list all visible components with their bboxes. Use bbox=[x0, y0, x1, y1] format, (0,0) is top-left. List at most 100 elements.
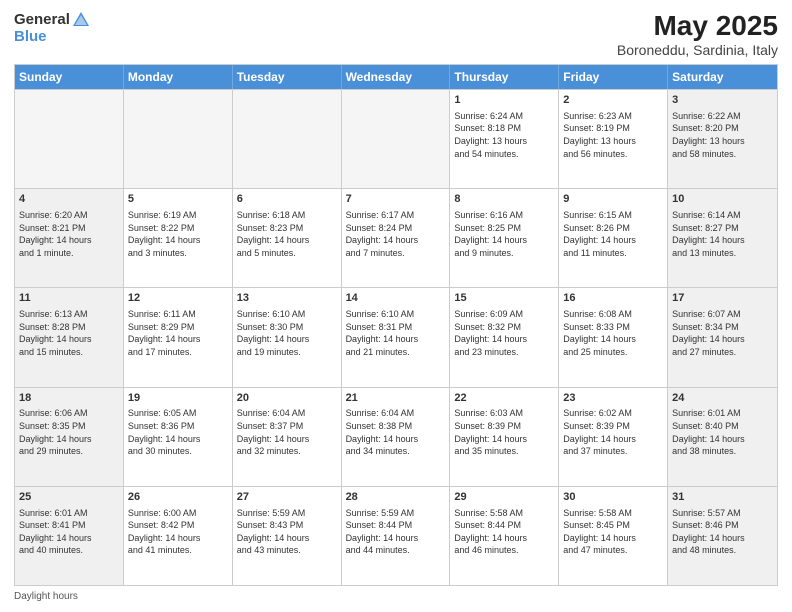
calendar-header-cell: Monday bbox=[124, 65, 233, 89]
calendar-cell: 12 Sunrise: 6:11 AM Sunset: 8:29 PM Dayli… bbox=[124, 288, 233, 386]
cell-info: Sunrise: 5:59 AM Sunset: 8:43 PM Dayligh… bbox=[237, 507, 337, 557]
cell-day-number: 14 bbox=[346, 291, 446, 306]
calendar-cell: 11 Sunrise: 6:13 AM Sunset: 8:28 PM Dayli… bbox=[15, 288, 124, 386]
cell-day-number: 30 bbox=[563, 490, 663, 505]
cell-day-number: 28 bbox=[346, 490, 446, 505]
cell-info: Sunrise: 6:04 AM Sunset: 8:38 PM Dayligh… bbox=[346, 407, 446, 457]
calendar-cell: 9Sunrise: 6:15 AM Sunset: 8:26 PM Daylig… bbox=[559, 189, 668, 287]
calendar-cell: 26 Sunrise: 6:00 AM Sunset: 8:42 PM Dayli… bbox=[124, 487, 233, 585]
cell-day-number: 27 bbox=[237, 490, 337, 505]
cell-info: Sunrise: 6:01 AM Sunset: 8:40 PM Dayligh… bbox=[672, 407, 773, 457]
cell-day-number: 5 bbox=[128, 192, 228, 207]
cell-info: Sunrise: 6:19 AM Sunset: 8:22 PM Dayligh… bbox=[128, 209, 228, 259]
logo: General Blue bbox=[14, 10, 90, 46]
calendar-cell: 27 Sunrise: 5:59 AM Sunset: 8:43 PM Dayli… bbox=[233, 487, 342, 585]
cell-day-number: 4 bbox=[19, 192, 119, 207]
cell-info: Sunrise: 6:13 AM Sunset: 8:28 PM Dayligh… bbox=[19, 308, 119, 358]
cell-day-number: 11 bbox=[19, 291, 119, 306]
calendar-cell: 29 Sunrise: 5:58 AM Sunset: 8:44 PM Dayli… bbox=[450, 487, 559, 585]
cell-day-number: 10 bbox=[672, 192, 773, 207]
cell-day-number: 20 bbox=[237, 391, 337, 406]
cell-day-number: 29 bbox=[454, 490, 554, 505]
calendar: SundayMondayTuesdayWednesdayThursdayFrid… bbox=[14, 64, 778, 586]
cell-day-number: 2 bbox=[563, 93, 663, 108]
cell-day-number: 21 bbox=[346, 391, 446, 406]
cell-day-number: 24 bbox=[672, 391, 773, 406]
subtitle: Boroneddu, Sardinia, Italy bbox=[617, 42, 778, 58]
cell-info: Sunrise: 5:58 AM Sunset: 8:44 PM Dayligh… bbox=[454, 507, 554, 557]
calendar-cell: 15 Sunrise: 6:09 AM Sunset: 8:32 PM Dayli… bbox=[450, 288, 559, 386]
cell-info: Sunrise: 6:04 AM Sunset: 8:37 PM Dayligh… bbox=[237, 407, 337, 457]
calendar-cell: 13 Sunrise: 6:10 AM Sunset: 8:30 PM Dayli… bbox=[233, 288, 342, 386]
logo-text-blue: Blue bbox=[14, 28, 47, 45]
calendar-week: 25 Sunrise: 6:01 AM Sunset: 8:41 PM Dayli… bbox=[15, 486, 777, 585]
cell-info: Sunrise: 6:09 AM Sunset: 8:32 PM Dayligh… bbox=[454, 308, 554, 358]
cell-info: Sunrise: 6:02 AM Sunset: 8:39 PM Dayligh… bbox=[563, 407, 663, 457]
calendar-cell: 22Sunrise: 6:03 AM Sunset: 8:39 PM Dayli… bbox=[450, 388, 559, 486]
calendar-cell: 19Sunrise: 6:05 AM Sunset: 8:36 PM Dayli… bbox=[124, 388, 233, 486]
calendar-cell: 24Sunrise: 6:01 AM Sunset: 8:40 PM Dayli… bbox=[668, 388, 777, 486]
cell-day-number: 23 bbox=[563, 391, 663, 406]
cell-day-number: 17 bbox=[672, 291, 773, 306]
calendar-cell: 10 Sunrise: 6:14 AM Sunset: 8:27 PM Dayli… bbox=[668, 189, 777, 287]
calendar-cell: 18Sunrise: 6:06 AM Sunset: 8:35 PM Dayli… bbox=[15, 388, 124, 486]
cell-day-number: 1 bbox=[454, 93, 554, 108]
calendar-cell: 30Sunrise: 5:58 AM Sunset: 8:45 PM Dayli… bbox=[559, 487, 668, 585]
calendar-cell bbox=[233, 90, 342, 188]
cell-day-number: 8 bbox=[454, 192, 554, 207]
calendar-cell: 16Sunrise: 6:08 AM Sunset: 8:33 PM Dayli… bbox=[559, 288, 668, 386]
calendar-header-cell: Sunday bbox=[15, 65, 124, 89]
calendar-cell: 31Sunrise: 5:57 AM Sunset: 8:46 PM Dayli… bbox=[668, 487, 777, 585]
calendar-cell bbox=[342, 90, 451, 188]
calendar-week: 11 Sunrise: 6:13 AM Sunset: 8:28 PM Dayli… bbox=[15, 287, 777, 386]
calendar-week: 18Sunrise: 6:06 AM Sunset: 8:35 PM Dayli… bbox=[15, 387, 777, 486]
logo-icon bbox=[72, 10, 90, 28]
calendar-week: 4Sunrise: 6:20 AM Sunset: 8:21 PM Daylig… bbox=[15, 188, 777, 287]
cell-info: Sunrise: 6:14 AM Sunset: 8:27 PM Dayligh… bbox=[672, 209, 773, 259]
cell-info: Sunrise: 6:16 AM Sunset: 8:25 PM Dayligh… bbox=[454, 209, 554, 259]
calendar-body: 1Sunrise: 6:24 AM Sunset: 8:18 PM Daylig… bbox=[15, 89, 777, 585]
cell-info: Sunrise: 6:17 AM Sunset: 8:24 PM Dayligh… bbox=[346, 209, 446, 259]
calendar-header-cell: Saturday bbox=[668, 65, 777, 89]
title-block: May 2025 Boroneddu, Sardinia, Italy bbox=[617, 10, 778, 58]
cell-day-number: 19 bbox=[128, 391, 228, 406]
cell-day-number: 7 bbox=[346, 192, 446, 207]
calendar-cell: 8 Sunrise: 6:16 AM Sunset: 8:25 PM Daylig… bbox=[450, 189, 559, 287]
calendar-cell: 3 Sunrise: 6:22 AM Sunset: 8:20 PM Daylig… bbox=[668, 90, 777, 188]
calendar-cell: 20Sunrise: 6:04 AM Sunset: 8:37 PM Dayli… bbox=[233, 388, 342, 486]
calendar-cell: 7 Sunrise: 6:17 AM Sunset: 8:24 PM Daylig… bbox=[342, 189, 451, 287]
cell-day-number: 13 bbox=[237, 291, 337, 306]
footer-note: Daylight hours bbox=[14, 591, 778, 602]
calendar-cell: 4Sunrise: 6:20 AM Sunset: 8:21 PM Daylig… bbox=[15, 189, 124, 287]
calendar-cell: 5 Sunrise: 6:19 AM Sunset: 8:22 PM Daylig… bbox=[124, 189, 233, 287]
cell-day-number: 26 bbox=[128, 490, 228, 505]
cell-info: Sunrise: 6:01 AM Sunset: 8:41 PM Dayligh… bbox=[19, 507, 119, 557]
cell-info: Sunrise: 6:23 AM Sunset: 8:19 PM Dayligh… bbox=[563, 110, 663, 160]
cell-info: Sunrise: 6:11 AM Sunset: 8:29 PM Dayligh… bbox=[128, 308, 228, 358]
cell-info: Sunrise: 6:05 AM Sunset: 8:36 PM Dayligh… bbox=[128, 407, 228, 457]
cell-day-number: 16 bbox=[563, 291, 663, 306]
cell-info: Sunrise: 6:15 AM Sunset: 8:26 PM Dayligh… bbox=[563, 209, 663, 259]
calendar-cell: 1Sunrise: 6:24 AM Sunset: 8:18 PM Daylig… bbox=[450, 90, 559, 188]
cell-day-number: 6 bbox=[237, 192, 337, 207]
calendar-header-cell: Wednesday bbox=[342, 65, 451, 89]
cell-info: Sunrise: 6:03 AM Sunset: 8:39 PM Dayligh… bbox=[454, 407, 554, 457]
cell-day-number: 3 bbox=[672, 93, 773, 108]
cell-day-number: 12 bbox=[128, 291, 228, 306]
cell-day-number: 15 bbox=[454, 291, 554, 306]
cell-info: Sunrise: 6:22 AM Sunset: 8:20 PM Dayligh… bbox=[672, 110, 773, 160]
calendar-week: 1Sunrise: 6:24 AM Sunset: 8:18 PM Daylig… bbox=[15, 89, 777, 188]
calendar-cell: 23Sunrise: 6:02 AM Sunset: 8:39 PM Dayli… bbox=[559, 388, 668, 486]
cell-info: Sunrise: 5:59 AM Sunset: 8:44 PM Dayligh… bbox=[346, 507, 446, 557]
cell-day-number: 25 bbox=[19, 490, 119, 505]
cell-info: Sunrise: 6:00 AM Sunset: 8:42 PM Dayligh… bbox=[128, 507, 228, 557]
header: General Blue May 2025 Boroneddu, Sardini… bbox=[14, 10, 778, 58]
cell-info: Sunrise: 6:18 AM Sunset: 8:23 PM Dayligh… bbox=[237, 209, 337, 259]
calendar-cell: 6 Sunrise: 6:18 AM Sunset: 8:23 PM Daylig… bbox=[233, 189, 342, 287]
cell-day-number: 22 bbox=[454, 391, 554, 406]
cell-info: Sunrise: 6:07 AM Sunset: 8:34 PM Dayligh… bbox=[672, 308, 773, 358]
cell-info: Sunrise: 5:57 AM Sunset: 8:46 PM Dayligh… bbox=[672, 507, 773, 557]
cell-info: Sunrise: 6:10 AM Sunset: 8:30 PM Dayligh… bbox=[237, 308, 337, 358]
cell-info: Sunrise: 6:10 AM Sunset: 8:31 PM Dayligh… bbox=[346, 308, 446, 358]
main-title: May 2025 bbox=[617, 10, 778, 42]
